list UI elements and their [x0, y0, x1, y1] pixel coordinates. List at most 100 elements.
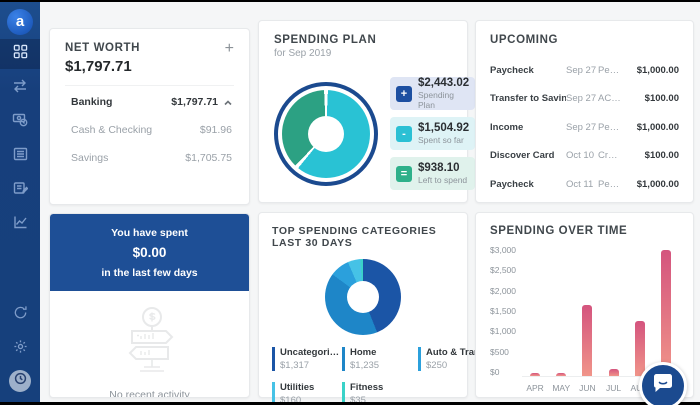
spending-plan-subtitle: for Sep 2019 [274, 48, 452, 59]
legend-item: Uncategorized$1,317 [272, 347, 342, 371]
upcoming-row[interactable]: Discover CardOct 10Credit Card ...$100.0… [490, 142, 679, 171]
chat-bubble-icon [651, 373, 675, 400]
chat-support-button[interactable] [639, 362, 687, 405]
bar-slot [548, 249, 574, 376]
upcoming-name: Transfer to Savings [490, 93, 566, 104]
window-border-top [0, 0, 700, 2]
stat-text: $1,504.92Spent so far [418, 122, 469, 145]
categories-legend: Uncategorized$1,317Home$1,235Auto & Tran… [272, 347, 454, 405]
stat-label: Spending Plan [418, 90, 469, 110]
spent-banner-amount: $0.00 [58, 245, 241, 260]
spent-banner-line2: in the last few days [58, 267, 241, 279]
account-group-value: $91.96 [200, 124, 232, 136]
legend-label: Uncategorized [280, 347, 342, 358]
y-tick-label: $1,500 [490, 306, 516, 316]
legend-value: $1,235 [350, 360, 418, 371]
upcoming-row[interactable]: PaycheckSep 27Personal Inc...$1,000.00 [490, 56, 679, 85]
net-worth-card: NET WORTH $1,797.71 + Banking $1,797.71Ca… [49, 28, 250, 205]
stat-value: $938.10 [418, 162, 467, 174]
x-tick-label: JUN [574, 383, 600, 393]
bar-sep [661, 250, 671, 376]
stat-label: Spent so far [418, 135, 469, 145]
upcoming-name: Paycheck [490, 179, 566, 190]
donut-hole [308, 116, 344, 152]
stat-text: $938.10Left to spend [418, 162, 467, 185]
upcoming-account: Personal Inc... [598, 65, 625, 76]
upcoming-amount: $1,000.00 [625, 65, 679, 76]
bar-aug [635, 321, 645, 376]
money-clock-icon [12, 112, 28, 132]
sidebar-item-dashboard[interactable] [0, 39, 40, 69]
y-tick-label: $500 [490, 347, 509, 357]
categories-donut-chart [325, 259, 401, 335]
plan-stat-row: +$2,443.02Spending Plan [390, 77, 475, 110]
account-group-value-wrap: $1,797.71 [171, 96, 232, 108]
upcoming-date: Oct 11 [566, 179, 598, 190]
legend-label: Home [350, 347, 418, 358]
upcoming-date: Oct 10 [566, 150, 598, 161]
upcoming-date: Sep 27 [566, 65, 598, 76]
upcoming-title: UPCOMING [490, 34, 679, 46]
app-logo[interactable]: a [7, 9, 33, 35]
upcoming-amount: $100.00 [625, 93, 679, 104]
account-group-value: $1,797.71 [171, 96, 218, 108]
bar-slot [522, 249, 548, 376]
stat-label: Left to spend [418, 175, 467, 185]
upcoming-row[interactable]: PaycheckOct 11Personal Inc...$1,000.00 [490, 170, 679, 199]
history-clock-icon [14, 372, 27, 390]
sidebar-item-transfers[interactable] [0, 73, 40, 103]
recent-activity-card: You have spent $0.00 in the last few day… [49, 213, 250, 398]
sidebar-item-history[interactable] [9, 370, 31, 392]
upcoming-row[interactable]: IncomeSep 27Personal Inc...$1,000.00 [490, 113, 679, 142]
accounts-list-icon [13, 147, 28, 166]
sidebar-item-budget[interactable] [0, 107, 40, 137]
net-worth-row[interactable]: Cash & Checking$91.96 [65, 116, 234, 144]
upcoming-name: Paycheck [490, 65, 566, 76]
categories-title: TOP SPENDING CATEGORIES LAST 30 DAYS [272, 225, 454, 249]
upcoming-card: UPCOMING PaycheckSep 27Personal Inc...$1… [475, 20, 694, 203]
left-to-spend-icon: = [396, 166, 412, 182]
bar-slot [653, 249, 679, 376]
upcoming-account: ACCOUNT N... [598, 93, 625, 104]
y-tick-label: $2,500 [490, 265, 516, 275]
sidebar-item-bills[interactable] [0, 175, 40, 205]
legend-label: Fitness [350, 382, 418, 393]
net-worth-rows: Banking$1,797.71Cash & Checking$91.96Sav… [65, 88, 234, 172]
gear-icon [13, 339, 28, 359]
line-chart-icon [13, 215, 28, 234]
net-worth-title: NET WORTH [65, 42, 140, 54]
sidebar-item-trends[interactable] [0, 209, 40, 239]
over-time-title: SPENDING OVER TIME [490, 225, 679, 237]
upcoming-name: Discover Card [490, 150, 566, 161]
upcoming-date: Sep 27 [566, 93, 598, 104]
sidebar-item-settings[interactable] [0, 334, 40, 364]
sidebar: a [0, 2, 40, 402]
spending-plan-donut-ring [274, 82, 378, 186]
upcoming-rows: PaycheckSep 27Personal Inc...$1,000.00Tr… [490, 56, 679, 199]
upcoming-account: Personal Inc... [598, 122, 625, 133]
plan-stat-row: = $938.10Left to spend [390, 157, 475, 190]
sidebar-item-accounts[interactable] [0, 141, 40, 171]
chevron-up-icon[interactable] [224, 98, 232, 106]
account-group-label: Banking [71, 96, 112, 108]
legend-item: Home $1,235 [342, 347, 418, 371]
y-tick-label: $3,000 [490, 245, 516, 255]
account-group-label: Savings [71, 152, 108, 164]
spending-plan-card: SPENDING PLAN for Sep 2019 +$2,443.02Spe… [258, 20, 468, 203]
dashboard-grid-icon [13, 44, 28, 64]
spent-banner: You have spent $0.00 in the last few day… [50, 214, 249, 291]
spending-plan-icon: + [396, 86, 412, 102]
net-worth-row[interactable]: Savings $1,705.75 [65, 144, 234, 172]
refresh-icon [13, 305, 28, 325]
bar-slot [627, 249, 653, 376]
sidebar-item-refresh[interactable] [0, 300, 40, 330]
y-tick-label: $2,000 [490, 286, 516, 296]
net-worth-row[interactable]: Banking $1,797.71 [65, 88, 234, 116]
transfer-arrows-icon [12, 79, 28, 98]
add-account-button[interactable]: + [225, 42, 234, 56]
upcoming-amount: $100.00 [625, 150, 679, 161]
upcoming-row[interactable]: Transfer to SavingsSep 27ACCOUNT N...$10… [490, 85, 679, 114]
account-group-value-wrap: $1,705.75 [185, 152, 232, 164]
upcoming-amount: $1,000.00 [625, 122, 679, 133]
bar-slot [601, 249, 627, 376]
